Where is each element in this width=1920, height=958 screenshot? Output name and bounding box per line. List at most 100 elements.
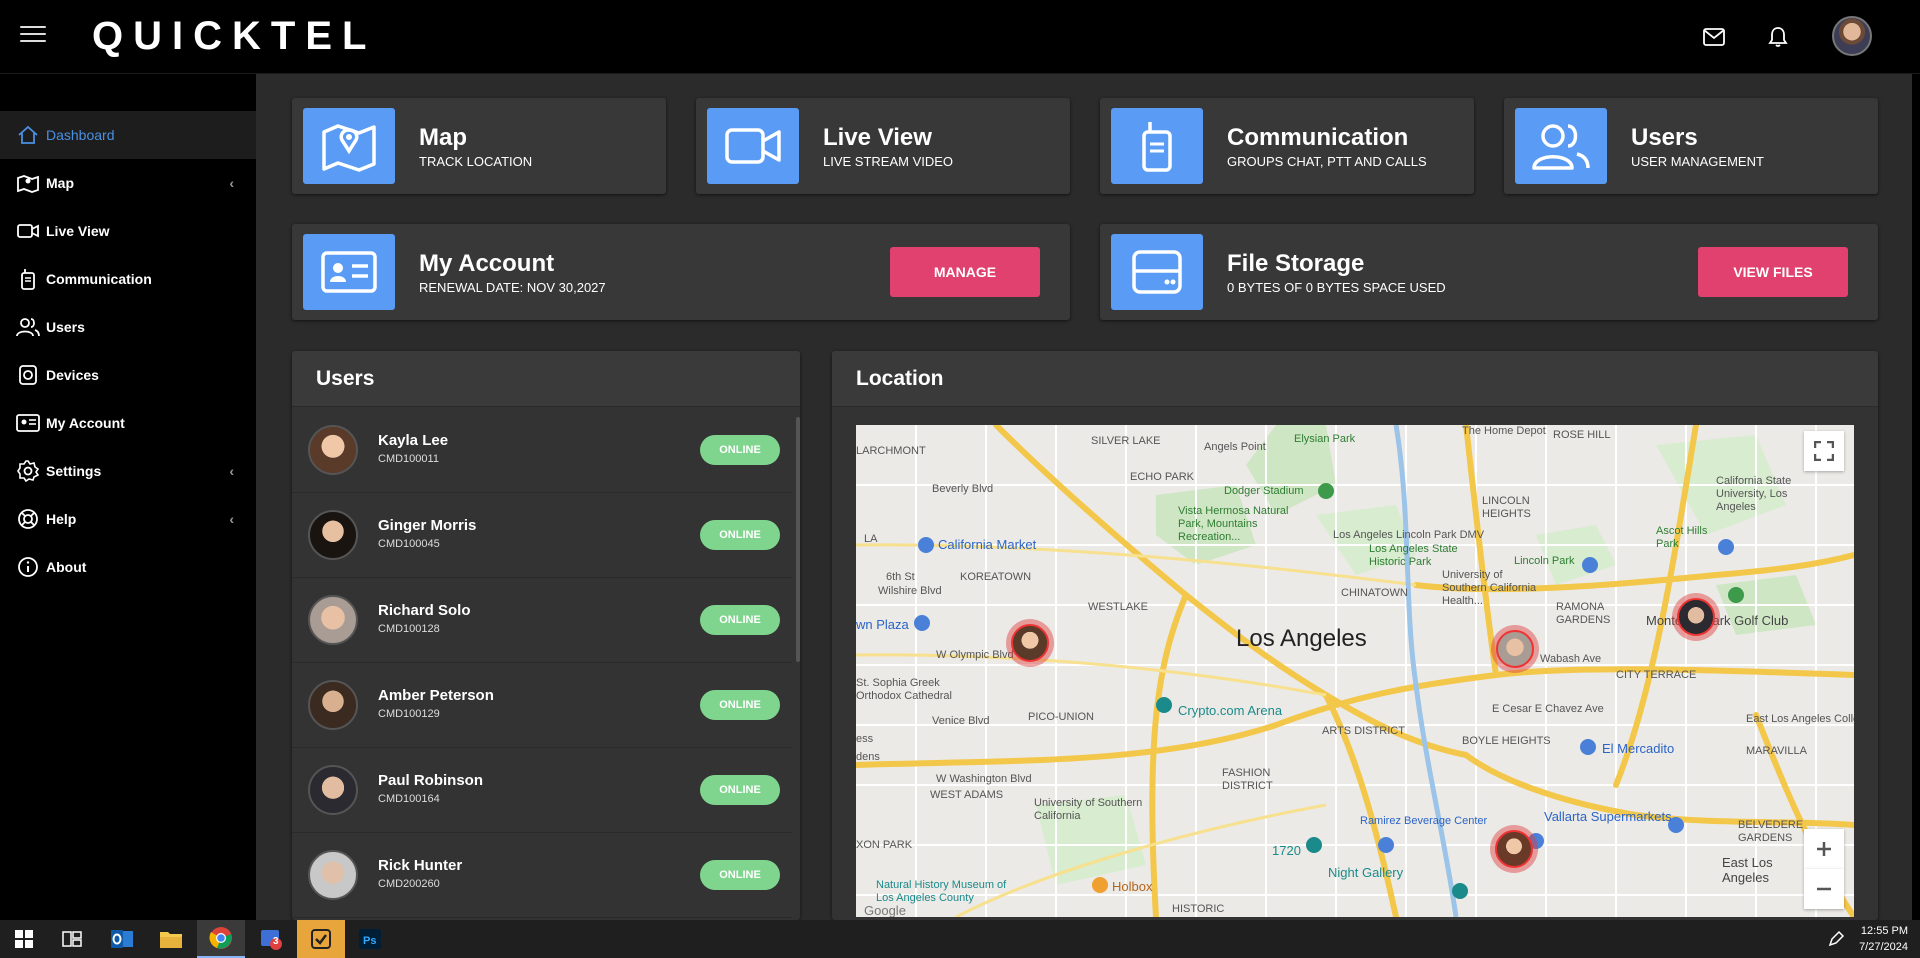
windows-start-icon[interactable]	[0, 920, 48, 958]
map-label: Vallarta Supermarkets	[1544, 809, 1672, 824]
devices-icon	[16, 363, 40, 387]
map-label: E Cesar E Chavez Ave	[1492, 703, 1604, 715]
sidebar-item-communication[interactable]: Communication	[0, 255, 256, 303]
map-label: SILVER LAKE	[1091, 435, 1161, 447]
sidebar-item-devices[interactable]: Devices	[0, 351, 256, 399]
status-badge: ONLINE	[700, 860, 780, 890]
renewal-date: RENEWAL DATE: NOV 30,2027	[419, 280, 606, 295]
map-label: East Los Angeles College	[1746, 713, 1854, 725]
page-scrollbar-track[interactable]	[1912, 74, 1920, 920]
photoshop-icon[interactable]: Ps	[346, 920, 394, 958]
lifebuoy-icon	[16, 507, 40, 531]
map-label: PICO-UNION	[1028, 711, 1094, 723]
user-location-marker[interactable]	[1006, 619, 1054, 667]
sidebar-item-my-account[interactable]: My Account	[0, 399, 256, 447]
mail-calendar-icon[interactable]: 3	[247, 920, 295, 958]
sidebar-item-about[interactable]: About	[0, 543, 256, 591]
users-panel: Users Kayla Lee CMD100011 ONLINE Ginger …	[292, 351, 800, 920]
user-location-marker[interactable]	[1490, 825, 1538, 873]
card-title: File Storage	[1227, 250, 1365, 277]
user-list-item[interactable]: Kayla Lee CMD100011 ONLINE	[292, 408, 792, 493]
map-label: Wilshire Blvd	[878, 585, 942, 597]
chevron-left-icon: ‹	[229, 175, 234, 191]
map-icon	[303, 108, 395, 184]
chrome-icon[interactable]	[197, 920, 245, 958]
user-list-item[interactable]: Paul Robinson CMD100164 ONLINE	[292, 748, 792, 833]
sticky-app-icon[interactable]	[297, 920, 345, 958]
user-name: Amber Peterson	[378, 687, 494, 704]
user-name: Rick Hunter	[378, 857, 463, 874]
map-label: East Los Angeles	[1722, 855, 1773, 885]
user-list-item[interactable]: Richard Solo CMD100128 ONLINE	[292, 578, 792, 663]
map-label: WEST ADAMS	[930, 789, 1004, 801]
id-card-icon	[303, 234, 395, 310]
live-view-card[interactable]: Live View LIVE STREAM VIDEO	[696, 98, 1070, 194]
sidebar-item-users[interactable]: Users	[0, 303, 256, 351]
user-name: Richard Solo	[378, 602, 471, 619]
map-label: Crypto.com Arena	[1178, 703, 1283, 718]
user-location-marker[interactable]	[1672, 593, 1720, 641]
sidebar-item-label: Communication	[46, 271, 152, 287]
zoom-in-button[interactable]	[1804, 829, 1844, 869]
gear-icon	[16, 459, 40, 483]
map-label: ess	[856, 733, 874, 745]
storage-usage: 0 BYTES OF 0 BYTES SPACE USED	[1227, 280, 1446, 295]
map-label: MARAVILLA	[1746, 745, 1807, 757]
map-label: Wabash Ave	[1540, 653, 1602, 665]
map-label: LINCOLN HEIGHTS	[1482, 495, 1531, 520]
video-icon	[16, 219, 40, 243]
map-icon	[16, 171, 40, 195]
map-label: Angels Point	[1204, 441, 1266, 453]
panel-title: Location	[832, 351, 1878, 407]
scrollbar[interactable]	[796, 417, 800, 662]
fullscreen-button[interactable]	[1804, 431, 1844, 471]
map-label: 1720	[1272, 843, 1301, 858]
google-logo: Google	[864, 903, 906, 917]
map-card[interactable]: Map TRACK LOCATION	[292, 98, 666, 194]
system-clock[interactable]: 12:55 PM 7/27/2024	[1859, 923, 1908, 955]
map-label: El Mercadito	[1602, 741, 1675, 756]
avatar	[308, 765, 358, 815]
file-explorer-icon[interactable]	[147, 920, 195, 958]
location-map[interactable]: SILVER LAKE ECHO PARK Elysian Park Angel…	[856, 425, 1854, 917]
sidebar-item-map[interactable]: Map ‹	[0, 159, 256, 207]
user-location-marker[interactable]	[1491, 625, 1539, 673]
user-list-item[interactable]: Ginger Morris CMD100045 ONLINE	[292, 493, 792, 578]
task-view-icon[interactable]	[48, 920, 96, 958]
fullscreen-icon	[1814, 441, 1834, 461]
user-id: CMD200260	[378, 878, 440, 890]
sidebar-item-settings[interactable]: Settings ‹	[0, 447, 256, 495]
sidebar-item-label: Dashboard	[46, 127, 115, 143]
map-label: W Olympic Blvd	[936, 649, 1014, 661]
map-label: WESTLAKE	[1088, 601, 1148, 613]
manage-button[interactable]: MANAGE	[890, 247, 1040, 297]
sidebar-item-label: My Account	[46, 415, 125, 431]
sidebar-item-label: Live View	[46, 223, 110, 239]
pen-icon[interactable]	[1816, 920, 1856, 958]
outlook-icon[interactable]	[98, 920, 146, 958]
user-list-item[interactable]: Rick Hunter CMD200260 ONLINE	[292, 833, 792, 918]
user-list-item[interactable]: Amber Peterson CMD100129 ONLINE	[292, 663, 792, 748]
user-name: Paul Robinson	[378, 772, 483, 789]
sidebar-item-label: Help	[46, 511, 77, 527]
map-label: BOYLE HEIGHTS	[1462, 735, 1551, 747]
user-avatar[interactable]	[1832, 16, 1872, 56]
mail-icon[interactable]	[1699, 22, 1729, 52]
app-logo: QUICKTEL	[92, 14, 377, 58]
top-bar: QUICKTEL	[0, 0, 1920, 74]
sidebar-item-live-view[interactable]: Live View	[0, 207, 256, 255]
status-badge: ONLINE	[700, 690, 780, 720]
bell-icon[interactable]	[1763, 22, 1793, 52]
map-label: California Market	[938, 537, 1037, 552]
view-files-button[interactable]: VIEW FILES	[1698, 247, 1848, 297]
communication-card[interactable]: Communication GROUPS CHAT, PTT AND CALLS	[1100, 98, 1474, 194]
zoom-out-button[interactable]	[1804, 869, 1844, 909]
hamburger-menu-icon[interactable]	[20, 26, 46, 48]
sidebar-item-help[interactable]: Help ‹	[0, 495, 256, 543]
avatar	[308, 850, 358, 900]
map-label: Vista Hermosa Natural Park, Mountains Re…	[1178, 505, 1289, 543]
os-taskbar: 3 Ps 12:55 PM 7/27/2024	[0, 920, 1920, 958]
users-icon	[16, 315, 40, 339]
users-card[interactable]: Users USER MANAGEMENT	[1504, 98, 1878, 194]
sidebar-item-dashboard[interactable]: Dashboard	[0, 111, 256, 159]
